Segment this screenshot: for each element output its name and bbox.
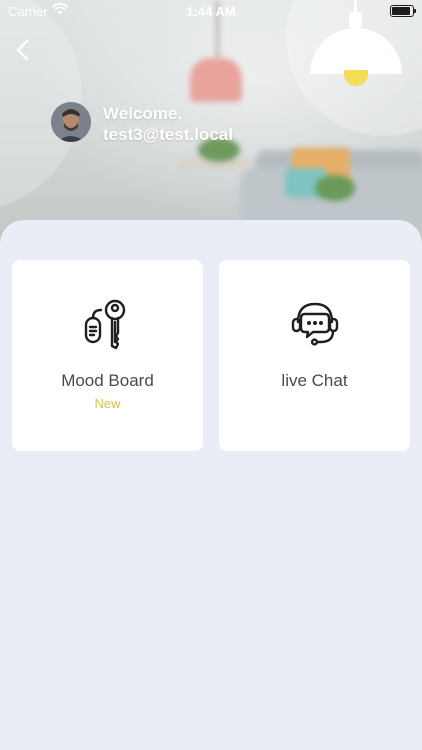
welcome-message: Welcome, test3@test.local — [103, 103, 233, 145]
new-badge: New — [94, 396, 121, 411]
live-chat-card[interactable]: live Chat — [219, 260, 410, 451]
keys-icon — [84, 299, 126, 350]
battery-icon — [390, 5, 416, 17]
clock: 1:44 AM — [186, 4, 236, 19]
card-title: live Chat — [281, 371, 348, 390]
welcome-email: test3@test.local — [103, 125, 233, 144]
welcome-greeting: Welcome, — [103, 104, 183, 123]
status-bar: Carrier 1:44 AM — [0, 0, 422, 22]
headset-chat-icon — [291, 302, 339, 346]
avatar — [51, 102, 91, 142]
plant — [315, 175, 355, 201]
card-title: Mood Board — [61, 371, 154, 390]
pendant-lamp — [190, 58, 242, 102]
mood-board-card[interactable]: Mood Board New — [12, 260, 203, 451]
back-button[interactable] — [10, 36, 38, 64]
chevron-left-icon — [16, 39, 29, 61]
